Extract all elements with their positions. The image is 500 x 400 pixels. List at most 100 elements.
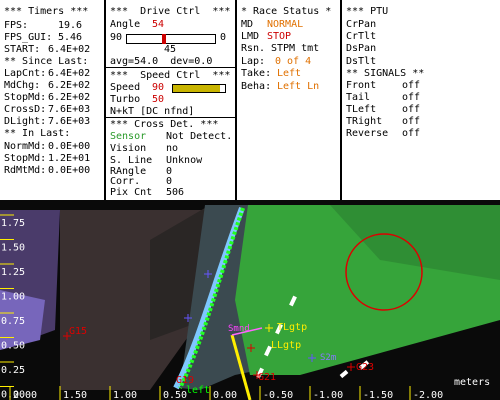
md-label: MD (241, 19, 254, 30)
x-tick-label: -2.00 (413, 390, 443, 400)
since-last-header: ** Since Last: (4, 56, 89, 67)
sline-value: Unknow (166, 155, 203, 166)
rsn-value: STPM tmt (271, 43, 320, 54)
signal-reverse-value: off (402, 128, 421, 139)
marker-smnd-label: Smnd (228, 324, 250, 334)
normmd-value: 0.0E+00 (48, 141, 91, 152)
ptu-item-crtlt: CrTlt (346, 31, 377, 42)
ptu-item-dspan: DsPan (346, 43, 377, 54)
signal-reverse-label: Reverse (346, 128, 389, 139)
signal-front-value: off (402, 80, 421, 91)
nkt-line: N+kT [DC nfnd] (110, 106, 195, 117)
speed-value: 90 (152, 82, 165, 93)
sensor-label: Sensor (110, 131, 147, 142)
angle-slider-thumb[interactable] (162, 34, 166, 44)
x-tick-label: -0.50 (263, 390, 293, 400)
marker-s2m-label: S2m (320, 353, 336, 363)
x-tick-label: 2.00 (13, 390, 37, 400)
corr-label: Corr. (110, 176, 141, 187)
fps-gui-label: FPS_GUI: (4, 32, 53, 43)
angle-label: Angle (110, 19, 141, 30)
y-tick-label: 1.75 (1, 218, 25, 229)
angle-range-max: 0 (220, 32, 227, 43)
mdchg-label: MdChg: (4, 80, 41, 91)
timers-header: *** Timers *** (4, 6, 89, 17)
marker-tlgtp-label: TLgtp (277, 322, 307, 333)
fps-label: FPS: (4, 20, 29, 31)
cross-header: *** Cross Det. *** (110, 119, 219, 130)
stopmd-label: StopMd: (4, 92, 47, 103)
marker-smnd: Smnd (228, 324, 250, 334)
signals-header: ** SIGNALS ** (346, 68, 425, 79)
in-last-header: ** In Last: (4, 128, 71, 139)
rsn-label: Rsn. (241, 43, 266, 54)
y-tick-label: 1.00 (1, 292, 25, 303)
lapcnt-value: 6.4E+02 (48, 68, 91, 79)
start-value: 6.4E+02 (48, 44, 91, 55)
lmd-label: LMD (241, 31, 260, 42)
ptu-panel: *** PTU CrPan CrTlt DsPan DsTlt ** SIGNA… (341, 0, 500, 200)
lap-value: 0 of 4 (275, 56, 312, 67)
signal-tright-value: off (402, 116, 421, 127)
crossd-label: CrossD: (4, 104, 47, 115)
speed-divider (106, 117, 235, 118)
crossd-value: 7.6E+03 (48, 104, 91, 115)
marker-llgtp-label: LLgtp (271, 340, 301, 351)
rdmtmd-value: 0.0E+00 (48, 165, 91, 176)
dlight-value: 7.6E+03 (48, 116, 91, 127)
camera-view: G15 TLgtp LLgtp Smnd S2m G19 left G21 G2… (0, 200, 500, 400)
lap-label: Lap: (241, 56, 266, 67)
signal-tleft-label: TLeft (346, 104, 377, 115)
angle-value: 54 (152, 19, 165, 30)
corr-value: 0 (166, 176, 173, 187)
race-status-panel: * Race Status * MD NORMAL LMD STOP Rsn. … (236, 0, 340, 200)
signal-tleft-value: off (402, 104, 421, 115)
marker-s2m: S2m (308, 353, 336, 363)
lapcnt-label: LapCnt: (4, 68, 47, 79)
marker-g21-label: G21 (258, 372, 276, 383)
rdmtmd-label: RdMtMd: (4, 165, 47, 176)
marker-g15-label: G15 (69, 326, 87, 337)
x-tick-label: 1.00 (113, 390, 137, 400)
marker-llgtp: LLgtp (271, 340, 301, 351)
dlight-label: DLight: (4, 116, 47, 127)
ptu-header: *** PTU (346, 6, 389, 17)
mdchg-value: 6.2E+02 (48, 80, 91, 91)
signal-tail-value: off (402, 92, 421, 103)
stopmd-last-label: StopMd: (4, 153, 47, 164)
y-tick-label: 0.50 (1, 341, 25, 352)
lmd-value: STOP (267, 31, 292, 42)
turbo-label: Turbo (110, 94, 141, 105)
take-label: Take: (241, 68, 272, 79)
fps-gui-value: 5.46 (58, 32, 83, 43)
stopmd-value: 6.2E+02 (48, 92, 91, 103)
drive-header: *** Drive Ctrl *** (110, 6, 231, 17)
signal-tail-label: Tail (346, 92, 371, 103)
ptu-item-dstlt: DsTlt (346, 56, 377, 67)
pixcnt-label: Pix Cnt (110, 187, 153, 198)
y-tick-label: 0.25 (1, 365, 25, 376)
vision-value: no (166, 143, 179, 154)
x-tick-label: 0.50 (163, 390, 187, 400)
turbo-value: 50 (152, 94, 165, 105)
speed-bar-fill (173, 85, 220, 92)
angle-range-min: 90 (110, 32, 123, 43)
ptu-item-crpan: CrPan (346, 19, 377, 30)
md-value: NORMAL (267, 19, 304, 30)
start-label: START: (4, 44, 41, 55)
x-tick-label: -1.00 (313, 390, 343, 400)
camera-scene: G15 TLgtp LLgtp Smnd S2m G19 left G21 G2… (0, 200, 500, 400)
race-header: * Race Status * (241, 6, 332, 17)
y-tick-label: 1.25 (1, 267, 25, 278)
signal-tright-label: TRight (346, 116, 383, 127)
speed-bar (172, 84, 226, 93)
y-tick-label: 1.50 (1, 243, 25, 254)
angle-slider[interactable] (126, 34, 216, 44)
pixcnt-value: 506 (166, 187, 185, 198)
beha-value: Left Ln (277, 81, 320, 92)
beha-label: Beha: (241, 81, 272, 92)
marker-left-label: left (186, 385, 210, 396)
avg-dev-line: avg=54.0 dev=0.0 (110, 56, 213, 67)
normmd-label: NormMd: (4, 141, 47, 152)
stopmd-last-value: 1.2E+01 (48, 153, 91, 164)
